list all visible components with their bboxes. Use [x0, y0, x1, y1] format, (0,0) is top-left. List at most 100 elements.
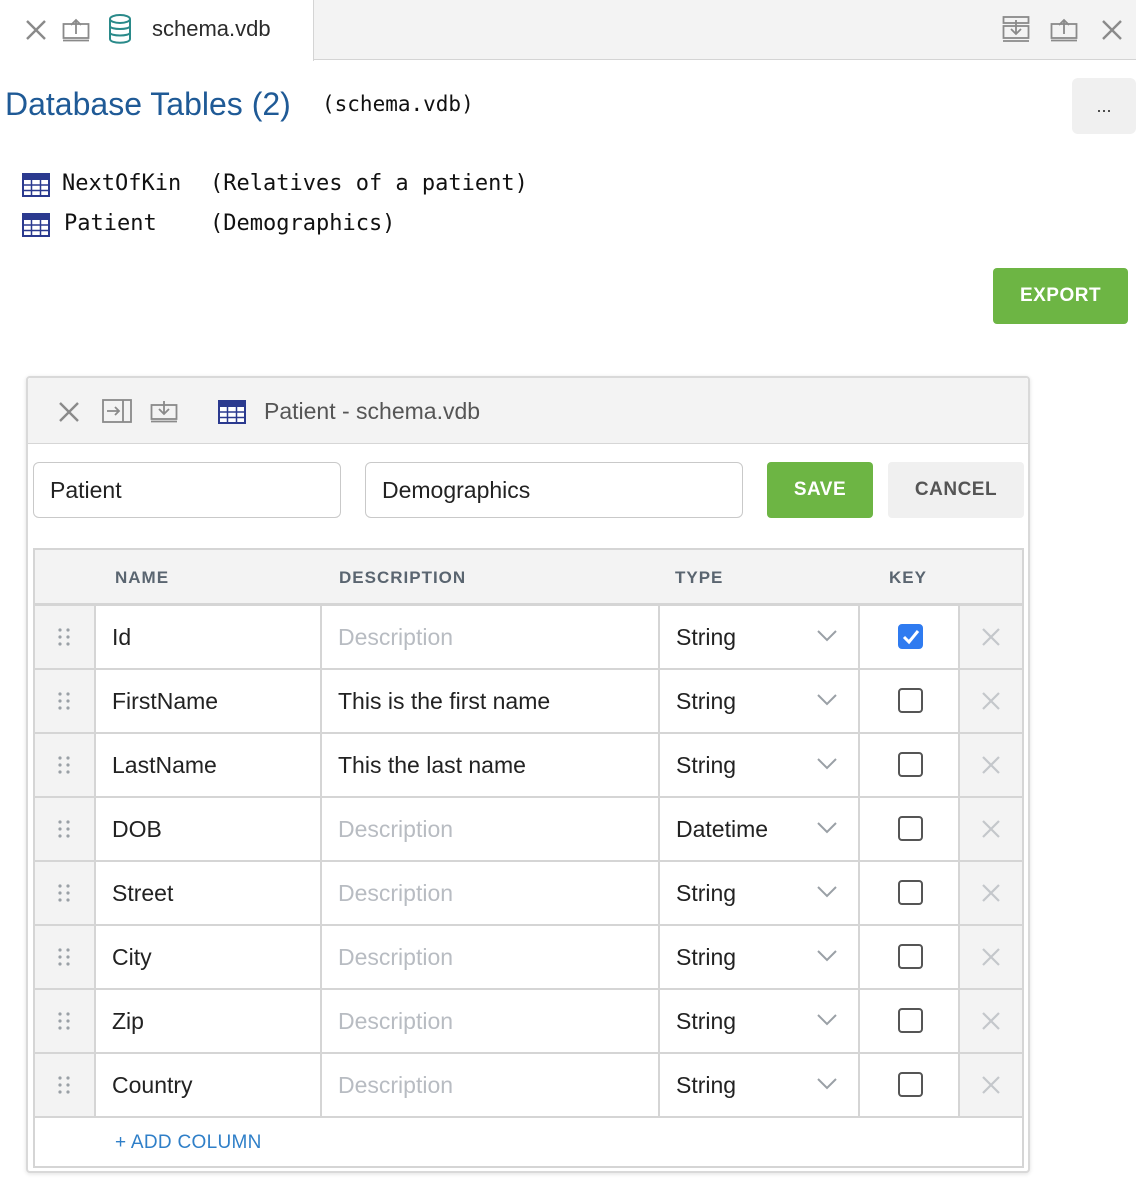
delete-column-button[interactable]: [960, 734, 1022, 796]
export-button[interactable]: EXPORT: [993, 268, 1128, 324]
type-select[interactable]: String: [660, 990, 860, 1052]
close-icon[interactable]: [24, 18, 48, 42]
column-type: String: [676, 1072, 737, 1098]
column-type: String: [676, 752, 737, 778]
column-description-cell[interactable]: Description: [322, 606, 660, 668]
drag-dots-icon: [57, 883, 71, 908]
column-name: Street: [112, 880, 174, 906]
drag-handle[interactable]: [35, 1054, 96, 1116]
dock-icon[interactable]: [102, 399, 132, 423]
page-title: Database Tables (2): [5, 86, 291, 122]
column-description-cell[interactable]: Description: [322, 798, 660, 860]
column-name-cell[interactable]: FirstName: [96, 670, 322, 732]
column-name-cell[interactable]: LastName: [96, 734, 322, 796]
delete-icon: [981, 1011, 1001, 1036]
key-checkbox[interactable]: [898, 816, 923, 841]
drag-handle[interactable]: [35, 862, 96, 924]
delete-column-button[interactable]: [960, 862, 1022, 924]
upload-icon[interactable]: [62, 16, 90, 42]
delete-column-button[interactable]: [960, 990, 1022, 1052]
key-checkbox[interactable]: [898, 752, 923, 777]
column-description-cell[interactable]: This is the first name: [322, 670, 660, 732]
close-icon[interactable]: [1100, 18, 1124, 42]
type-select[interactable]: String: [660, 734, 860, 796]
key-checkbox[interactable]: [898, 880, 923, 905]
column-description-cell[interactable]: Description: [322, 926, 660, 988]
type-select[interactable]: String: [660, 926, 860, 988]
save-button[interactable]: SAVE: [767, 462, 873, 518]
column-type: String: [676, 944, 737, 970]
column-description-cell[interactable]: This the last name: [322, 734, 660, 796]
cancel-button[interactable]: CANCEL: [888, 462, 1024, 518]
column-type: Datetime: [676, 816, 769, 842]
drag-dots-icon: [57, 947, 71, 972]
close-icon[interactable]: [58, 401, 80, 423]
type-select[interactable]: String: [660, 862, 860, 924]
table-description: (Demographics): [210, 211, 396, 236]
chevron-down-icon: [816, 949, 838, 968]
table-name-input[interactable]: [33, 462, 341, 518]
tab-schema-vdb[interactable]: schema.vdb: [0, 0, 314, 61]
column-name: Id: [112, 624, 132, 650]
delete-icon: [981, 755, 1001, 780]
key-checkbox[interactable]: [898, 944, 923, 969]
column-type: String: [676, 688, 737, 714]
column-description-cell[interactable]: Description: [322, 1054, 660, 1116]
column-name: DOB: [112, 816, 162, 842]
table-row: FirstName This is the first name String: [35, 670, 1022, 734]
column-name-cell[interactable]: City: [96, 926, 322, 988]
delete-icon: [981, 819, 1001, 844]
delete-column-button[interactable]: [960, 926, 1022, 988]
drag-handle[interactable]: [35, 990, 96, 1052]
column-name: LastName: [112, 752, 217, 778]
type-select[interactable]: Datetime: [660, 798, 860, 860]
table-row: Country Description String: [35, 1054, 1022, 1118]
drag-handle[interactable]: [35, 926, 96, 988]
upload-icon[interactable]: [1050, 16, 1078, 42]
table-editor-panel: Patient - schema.vdb SAVE CANCEL NAME DE…: [26, 376, 1030, 1173]
key-checkbox[interactable]: [898, 624, 923, 649]
tab-bar: schema.vdb: [0, 0, 1136, 61]
type-select[interactable]: String: [660, 606, 860, 668]
column-name-cell[interactable]: Id: [96, 606, 322, 668]
drag-handle[interactable]: [35, 798, 96, 860]
column-name: Country: [112, 1072, 193, 1098]
key-checkbox[interactable]: [898, 688, 923, 713]
column-name-cell[interactable]: Street: [96, 862, 322, 924]
table-description-input[interactable]: [365, 462, 743, 518]
column-description: This is the first name: [338, 688, 551, 714]
type-select[interactable]: String: [660, 670, 860, 732]
drag-handle[interactable]: [35, 734, 96, 796]
add-column-button[interactable]: + ADD COLUMN: [115, 1132, 262, 1154]
column-name: FirstName: [112, 688, 219, 714]
column-name-cell[interactable]: Zip: [96, 990, 322, 1052]
key-cell: [860, 862, 960, 924]
delete-column-button[interactable]: [960, 1054, 1022, 1116]
drag-dots-icon: [57, 819, 71, 844]
column-description-cell[interactable]: Description: [322, 990, 660, 1052]
chevron-down-icon: [816, 629, 838, 648]
column-description-cell[interactable]: Description: [322, 862, 660, 924]
delete-column-button[interactable]: [960, 670, 1022, 732]
type-select[interactable]: String: [660, 1054, 860, 1116]
description-placeholder: Description: [338, 1008, 454, 1034]
table-description: (Relatives of a patient): [210, 171, 528, 196]
column-description: This the last name: [338, 752, 526, 778]
chevron-down-icon: [816, 757, 838, 776]
column-name-cell[interactable]: Country: [96, 1054, 322, 1116]
drag-handle[interactable]: [35, 606, 96, 668]
delete-column-button[interactable]: [960, 798, 1022, 860]
drag-handle[interactable]: [35, 670, 96, 732]
key-cell: [860, 734, 960, 796]
more-button[interactable]: ...: [1072, 78, 1136, 134]
download-all-icon[interactable]: [1002, 15, 1030, 43]
grid-header: NAME DESCRIPTION TYPE KEY: [35, 550, 1022, 606]
table-name: NextOfKin: [62, 171, 182, 196]
key-checkbox[interactable]: [898, 1072, 923, 1097]
delete-column-button[interactable]: [960, 606, 1022, 668]
key-checkbox[interactable]: [898, 1008, 923, 1033]
key-cell: [860, 1054, 960, 1116]
delete-icon: [981, 883, 1001, 908]
download-icon[interactable]: [150, 399, 178, 423]
column-name-cell[interactable]: DOB: [96, 798, 322, 860]
